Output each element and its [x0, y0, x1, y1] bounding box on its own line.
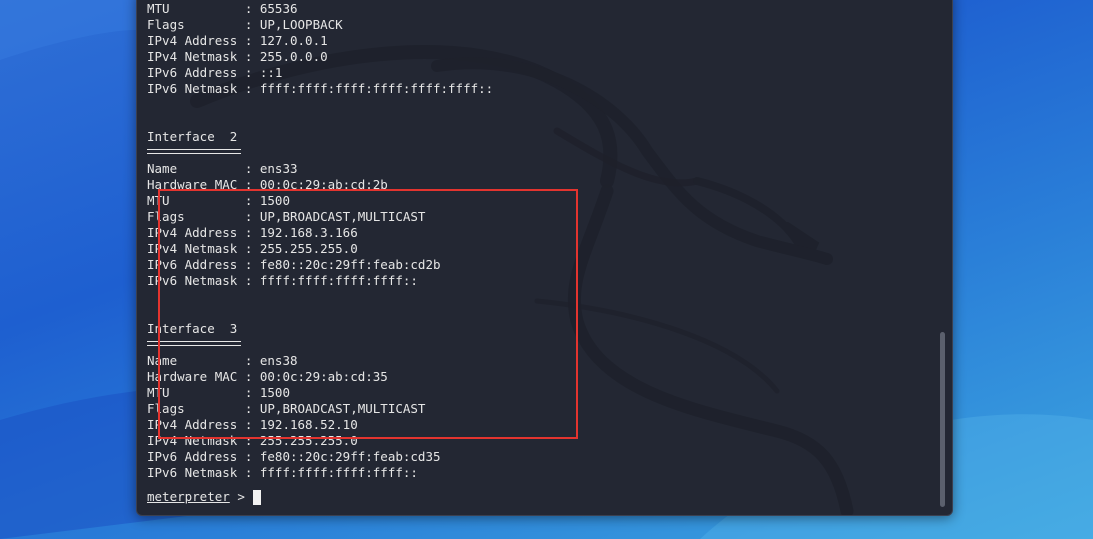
terminal-line: Interface 3	[147, 321, 238, 336]
terminal-line: MTU : 1500	[147, 385, 290, 400]
heading-underline	[147, 337, 937, 353]
terminal-line: IPv4 Address : 127.0.0.1	[147, 33, 328, 48]
terminal-line: IPv6 Netmask : ffff:ffff:ffff:ffff::	[147, 273, 418, 288]
terminal-line: IPv6 Address : fe80::20c:29ff:feab:cd2b	[147, 257, 441, 272]
terminal-line: Hardware MAC : 00:0c:29:ab:cd:2b	[147, 177, 388, 192]
terminal-line: IPv4 Address : 192.168.52.10	[147, 417, 358, 432]
terminal-output: MTU : 65536 Flags : UP,LOOPBACK IPv4 Addre…	[147, 1, 937, 505]
terminal-line: IPv4 Netmask : 255.255.255.0	[147, 433, 358, 448]
terminal-line: MTU : 1500	[147, 193, 290, 208]
terminal-line: Name : ens38	[147, 353, 298, 368]
terminal-line: Flags : UP,LOOPBACK	[147, 17, 343, 32]
prompt-label: meterpreter	[147, 489, 230, 504]
terminal-line: IPv6 Address : ::1	[147, 65, 283, 80]
prompt-symbol: >	[229, 489, 245, 504]
heading-underline	[147, 145, 937, 161]
terminal-line: Flags : UP,BROADCAST,MULTICAST	[147, 209, 426, 224]
terminal-line: IPv6 Netmask : ffff:ffff:ffff:ffff::	[147, 465, 418, 480]
terminal-scrollbar[interactable]	[940, 332, 945, 507]
terminal-line: Name : ens33	[147, 161, 298, 176]
command-prompt[interactable]: meterpreter >	[147, 489, 937, 505]
text-cursor	[252, 489, 261, 505]
terminal-line: Hardware MAC : 00:0c:29:ab:cd:35	[147, 369, 388, 384]
terminal-line: IPv6 Address : fe80::20c:29ff:feab:cd35	[147, 449, 441, 464]
terminal-line: IPv4 Netmask : 255.255.255.0	[147, 241, 358, 256]
terminal-line: IPv4 Address : 192.168.3.166	[147, 225, 358, 240]
terminal-line: Flags : UP,BROADCAST,MULTICAST	[147, 401, 426, 416]
terminal-line: MTU : 65536	[147, 1, 298, 16]
terminal-line: IPv4 Netmask : 255.0.0.0	[147, 49, 328, 64]
terminal-window[interactable]: MTU : 65536 Flags : UP,LOOPBACK IPv4 Addre…	[136, 0, 953, 516]
terminal-line: Interface 2	[147, 129, 238, 144]
terminal-line: IPv6 Netmask : ffff:ffff:ffff:ffff:ffff:…	[147, 81, 494, 96]
